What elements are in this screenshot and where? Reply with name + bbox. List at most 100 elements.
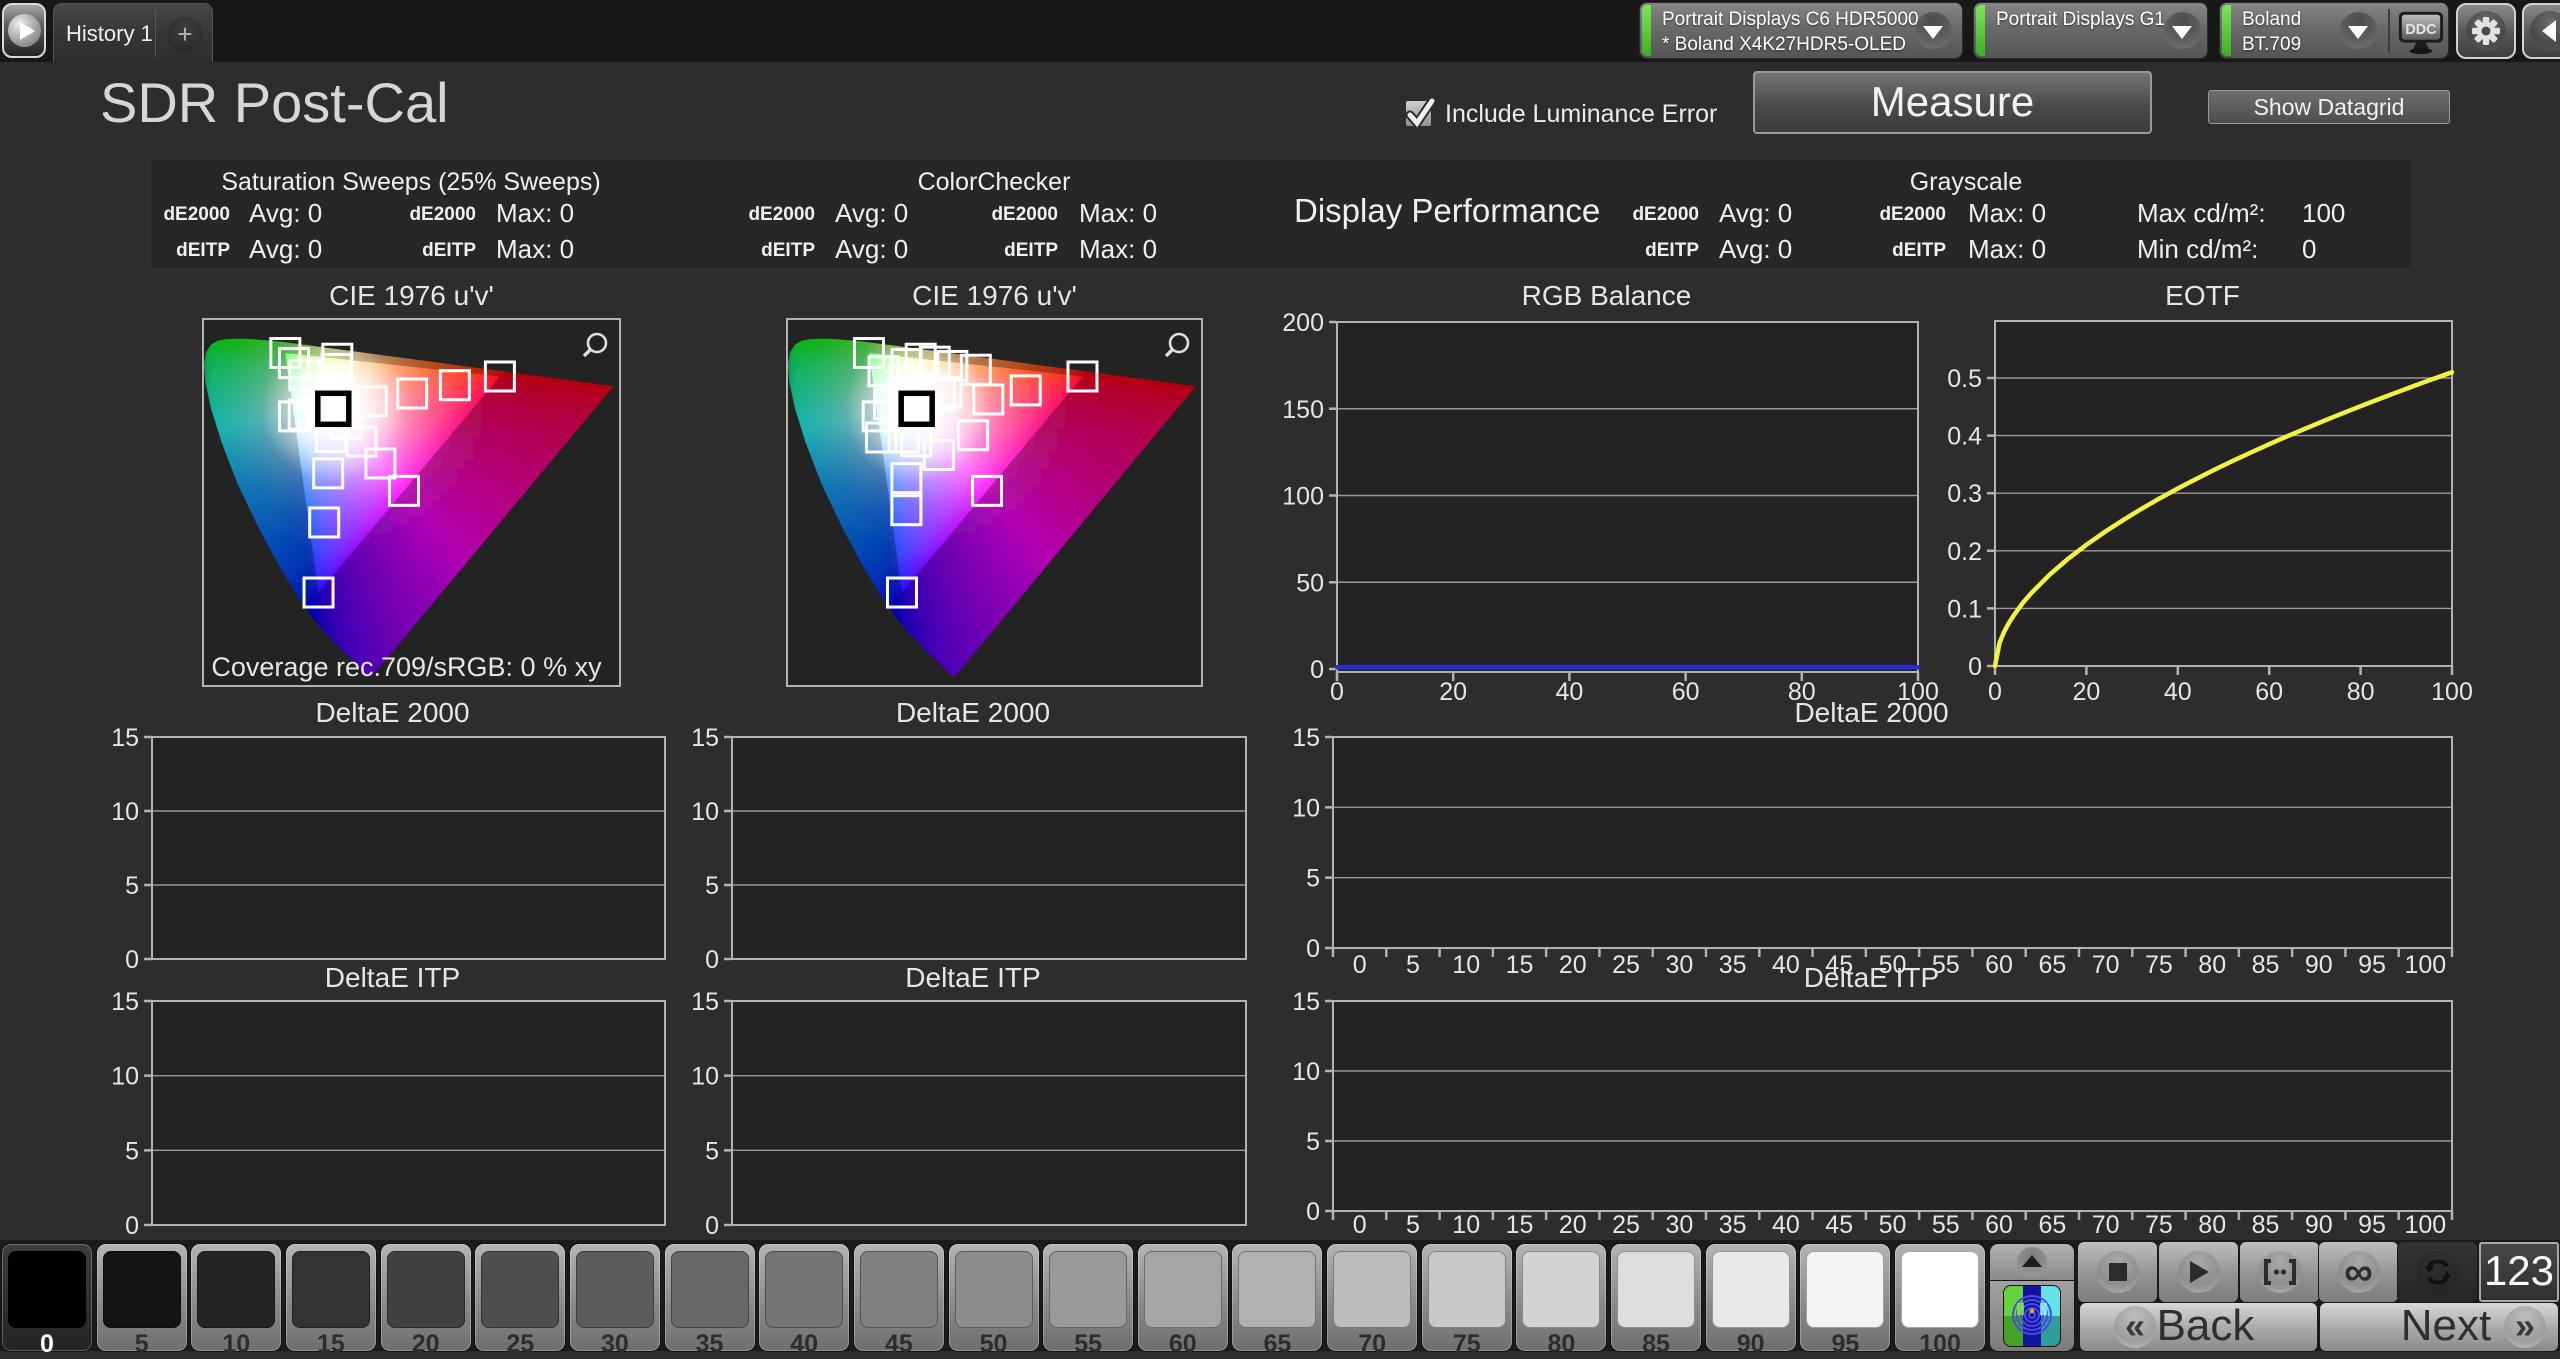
- x-tick-label: 60: [1985, 1211, 2013, 1239]
- y-tick-label: 15: [691, 724, 719, 752]
- test-pattern-thumbnail: [2003, 1285, 2061, 1347]
- pattern-level-button-5[interactable]: 5: [97, 1244, 187, 1351]
- pattern-level-button-65[interactable]: 65: [1232, 1244, 1322, 1351]
- metric-value: Max: 0: [496, 234, 574, 265]
- pattern-level-button-70[interactable]: 70: [1327, 1244, 1417, 1351]
- display-dropdown[interactable]: Boland BT.709 DDC: [2220, 3, 2448, 58]
- chevron-down-icon[interactable]: [2340, 12, 2377, 49]
- y-tick-label: 0: [1306, 1198, 1320, 1226]
- metric-value: Avg: 0: [835, 234, 908, 265]
- checkmark-icon: [1402, 93, 1442, 129]
- x-tick-label: 55: [1932, 1211, 1960, 1239]
- pattern-level-button-75[interactable]: 75: [1422, 1244, 1512, 1351]
- settings-button[interactable]: [2456, 3, 2516, 59]
- pattern-selector-expand-button[interactable]: [1990, 1244, 2074, 1280]
- collapse-panel-button[interactable]: [2522, 3, 2560, 59]
- metric-value: Avg: 0: [835, 198, 908, 229]
- stats-group-title: ColorChecker: [918, 168, 1071, 197]
- loop-continuous-button[interactable]: ∞: [2319, 1242, 2398, 1302]
- pattern-level-button-30[interactable]: 30: [570, 1244, 660, 1351]
- gray-swatch: [387, 1251, 465, 1328]
- chart-eotf: 00.10.20.30.40.5020406080100: [1947, 321, 2473, 706]
- pattern-level-button-100[interactable]: 100: [1895, 1244, 1985, 1351]
- pattern-level-button-50[interactable]: 50: [949, 1244, 1039, 1351]
- chart-title: DeltaE ITP: [905, 962, 1040, 993]
- pattern-level-button-55[interactable]: 55: [1043, 1244, 1133, 1351]
- source-dropdown[interactable]: Portrait Displays G1: [1974, 3, 2207, 58]
- pattern-level-button-40[interactable]: 40: [759, 1244, 849, 1351]
- pattern-level-button-20[interactable]: 20: [381, 1244, 471, 1351]
- session-play-button[interactable]: [2, 3, 46, 58]
- y-tick-label: 10: [111, 1063, 139, 1091]
- metric-value: Max: 0: [1968, 198, 2046, 229]
- y-tick-label: 10: [1292, 1058, 1320, 1086]
- x-tick-label: 5: [1406, 951, 1420, 979]
- x-tick-label: 85: [2252, 951, 2280, 979]
- meter-name: Portrait Displays C6 HDR5000: [1662, 9, 1919, 31]
- meter-connected-indicator: [1642, 5, 1651, 56]
- pattern-level-button-35[interactable]: 35: [665, 1244, 755, 1351]
- back-button[interactable]: « Back: [2080, 1303, 2317, 1351]
- chart-title: CIE 1976 u'v': [912, 280, 1077, 311]
- y-tick-label: 10: [691, 798, 719, 826]
- infinity-icon: ∞: [2344, 1251, 2373, 1293]
- level-label: 40: [759, 1330, 849, 1359]
- refresh-button[interactable]: [2398, 1242, 2477, 1302]
- meter-dropdown[interactable]: Portrait Displays C6 HDR5000 * Boland X4…: [1640, 3, 1962, 58]
- x-tick-label: 75: [2145, 951, 2173, 979]
- level-label: 20: [381, 1330, 471, 1359]
- y-tick-label: 5: [125, 872, 139, 900]
- level-label: 45: [854, 1330, 944, 1359]
- gray-swatch: [1428, 1251, 1506, 1328]
- show-datagrid-button[interactable]: Show Datagrid: [2208, 90, 2450, 124]
- x-tick-label: 65: [2038, 951, 2066, 979]
- gear-icon: [2466, 11, 2506, 51]
- pattern-thumbnail-button[interactable]: [1990, 1281, 2074, 1351]
- metric-value: Max: 0: [1079, 198, 1157, 229]
- level-label: 60: [1138, 1330, 1228, 1359]
- measure-button[interactable]: Measure: [1753, 71, 2152, 134]
- tab-history-1[interactable]: History 1 +: [53, 3, 213, 62]
- x-tick-label: 10: [1452, 1211, 1480, 1239]
- pattern-level-button-85[interactable]: 85: [1611, 1244, 1701, 1351]
- luminance-value: 100: [2302, 198, 2345, 229]
- gray-swatch: [1049, 1251, 1127, 1328]
- chart-deitp_colorchecker: 051015: [691, 988, 1246, 1240]
- ddc-control-button[interactable]: DDC: [2396, 10, 2446, 56]
- include-luminance-error-label[interactable]: Include Luminance Error: [1445, 100, 1717, 129]
- stop-button[interactable]: [2078, 1242, 2157, 1302]
- pattern-level-button-0[interactable]: 0: [2, 1244, 92, 1351]
- play-measure-button[interactable]: [2159, 1242, 2238, 1302]
- add-tab-button[interactable]: +: [167, 17, 203, 53]
- pattern-level-button-60[interactable]: 60: [1138, 1244, 1228, 1351]
- pattern-level-button-80[interactable]: 80: [1516, 1244, 1606, 1351]
- pattern-level-button-90[interactable]: 90: [1706, 1244, 1796, 1351]
- measurement-count: 123: [2479, 1242, 2559, 1302]
- next-button[interactable]: » Next: [2320, 1303, 2558, 1351]
- level-label: 65: [1232, 1330, 1322, 1359]
- luminance-label: Max cd/m²:: [2137, 198, 2266, 229]
- include-luminance-error-checkbox[interactable]: [1405, 100, 1432, 127]
- chevron-down-icon[interactable]: [1915, 12, 1952, 49]
- pattern-level-button-45[interactable]: 45: [854, 1244, 944, 1351]
- pattern-level-button-10[interactable]: 10: [191, 1244, 281, 1351]
- chevron-down-icon[interactable]: [2164, 12, 2201, 49]
- level-label: 10: [191, 1330, 281, 1359]
- pattern-bar: 0510152025303540455055606570758085909510…: [0, 1240, 2560, 1351]
- x-tick-label: 25: [1612, 951, 1640, 979]
- refresh-icon: [2423, 1257, 2453, 1287]
- pattern-window-button[interactable]: [2240, 1242, 2319, 1302]
- pattern-level-button-25[interactable]: 25: [475, 1244, 565, 1351]
- y-tick-label: 15: [111, 724, 139, 752]
- display-name: Boland: [2242, 9, 2301, 31]
- gray-swatch: [8, 1251, 86, 1328]
- x-tick-label: 20: [2072, 678, 2100, 706]
- pattern-level-button-95[interactable]: 95: [1800, 1244, 1890, 1351]
- display-performance-label: Display Performance: [1294, 192, 1600, 230]
- x-tick-label: 90: [2305, 951, 2333, 979]
- gray-swatch: [1617, 1251, 1695, 1328]
- luminance-value: 0: [2302, 234, 2316, 265]
- chart-title: DeltaE 2000: [896, 697, 1050, 728]
- x-tick-label: 80: [2347, 678, 2375, 706]
- pattern-level-button-15[interactable]: 15: [286, 1244, 376, 1351]
